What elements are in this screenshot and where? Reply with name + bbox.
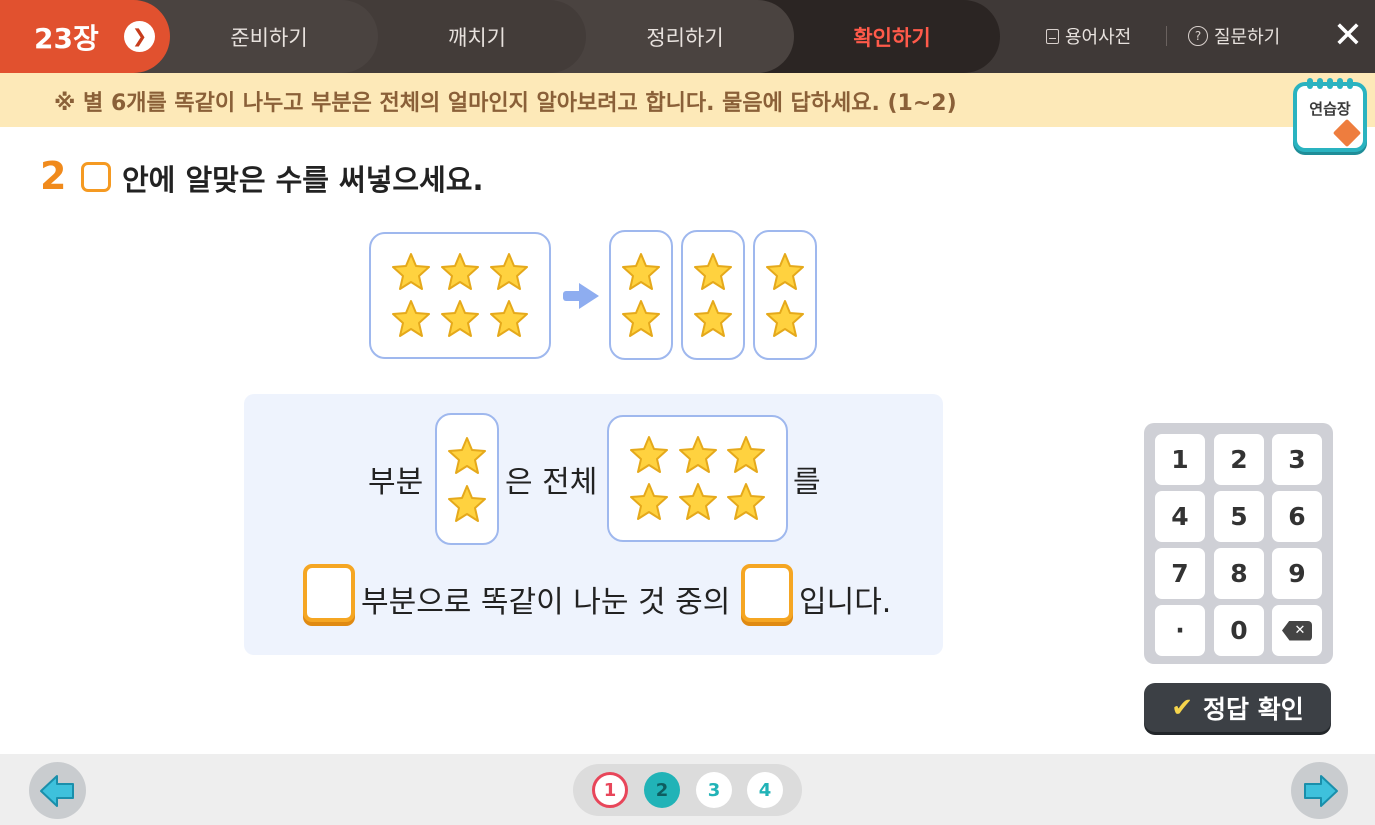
check-answer-label: 정답 확인 (1203, 694, 1304, 724)
part-group (681, 230, 745, 360)
key-5[interactable]: 5 (1214, 491, 1264, 542)
star-icon (392, 253, 430, 290)
backspace-icon: ✕ (1282, 620, 1312, 641)
key-2[interactable]: 2 (1214, 434, 1264, 485)
star-icon (694, 253, 732, 290)
dictionary-label: 용어사전 (1065, 27, 1132, 48)
star-icon (448, 437, 486, 474)
instruction-banner: ※ 별 6개를 똑같이 나누고 부분은 전체의 얼마인지 알아보려고 합니다. … (0, 73, 1375, 127)
dictionary-button[interactable]: 용어사전 (1046, 23, 1131, 49)
book-icon (1046, 28, 1059, 44)
key-1[interactable]: 1 (1155, 434, 1205, 485)
question-number: 2 (40, 154, 67, 198)
tab-label: 준비하기 (230, 25, 308, 50)
page-3[interactable]: 3 (696, 772, 732, 808)
next-page-button[interactable] (1291, 762, 1348, 819)
star-icon (766, 253, 804, 290)
part-group (753, 230, 817, 360)
ending-text: 입니다. (799, 585, 892, 620)
star-icon (490, 300, 528, 337)
app-root: 확인하기 정리하기 깨치기 준비하기 23장 ❯ 용어사전 ? 질문하기 ✕ ※… (0, 0, 1375, 825)
page-2[interactable]: 2 (644, 772, 680, 808)
star-icon (392, 300, 430, 337)
question-text: 안에 알맞은 수를 써넣으세요. (122, 163, 484, 197)
page-1[interactable]: 1 (592, 772, 628, 808)
star-icon (727, 483, 765, 520)
checkmark-icon: ✔ (1171, 692, 1194, 723)
chapter-badge[interactable]: 23장 ❯ (0, 0, 170, 73)
star-icon (694, 300, 732, 337)
arrow-left-icon (39, 774, 74, 807)
top-navigation-bar: 확인하기 정리하기 깨치기 준비하기 23장 ❯ 용어사전 ? 질문하기 ✕ (0, 0, 1375, 73)
particle-text: 를 (793, 465, 821, 500)
part-stars-box (435, 413, 499, 545)
part-group (609, 230, 673, 360)
page-4[interactable]: 4 (747, 772, 783, 808)
notebook-rings (1307, 78, 1353, 89)
key-0[interactable]: 0 (1214, 605, 1264, 656)
close-icon[interactable]: ✕ (1330, 18, 1366, 54)
ask-question-button[interactable]: ? 질문하기 (1188, 23, 1280, 49)
star-icon (630, 436, 668, 473)
pencil-icon (1332, 118, 1362, 148)
arrow-right-icon (1303, 774, 1338, 807)
chevron-right-icon: ❯ (124, 21, 155, 52)
answer-box-icon (81, 162, 111, 192)
answer-input-2[interactable] (741, 564, 793, 622)
key-8[interactable]: 8 (1214, 548, 1264, 599)
star-icon (766, 300, 804, 337)
chapter-label: 23장 (34, 21, 99, 55)
star-icon (622, 300, 660, 337)
tab-label: 깨치기 (448, 25, 506, 50)
practice-label: 연습장 (1309, 100, 1351, 118)
key-backspace[interactable]: ✕ (1272, 605, 1322, 656)
practice-notebook-button[interactable]: 연습장 (1293, 78, 1367, 152)
star-icon (490, 253, 528, 290)
tab-label: 정리하기 (646, 25, 724, 50)
instruction-text: ※ 별 6개를 똑같이 나누고 부분은 전체의 얼마인지 알아보려고 합니다. … (54, 91, 957, 116)
star-icon (679, 483, 717, 520)
previous-page-button[interactable] (29, 762, 86, 819)
key-decimal[interactable]: · (1155, 605, 1205, 656)
star-icon (448, 485, 486, 522)
middle-text: 부분으로 똑같이 나눈 것 중의 (361, 585, 731, 620)
star-icon (679, 436, 717, 473)
star-icon (630, 483, 668, 520)
page-indicator: 1 2 3 4 (573, 764, 802, 816)
whole-text: 은 전체 (505, 465, 598, 500)
star-icon (622, 253, 660, 290)
part-text: 부분 (368, 465, 424, 500)
key-9[interactable]: 9 (1272, 548, 1322, 599)
key-7[interactable]: 7 (1155, 548, 1205, 599)
question-icon: ? (1188, 26, 1208, 46)
key-4[interactable]: 4 (1155, 491, 1205, 542)
divider (1166, 26, 1167, 46)
number-keypad: 1 2 3 4 5 6 7 8 9 · 0 ✕ (1144, 423, 1333, 664)
star-icon (441, 300, 479, 337)
check-answer-button[interactable]: ✔ 정답 확인 (1144, 683, 1331, 732)
star-icon (441, 253, 479, 290)
tab-label: 확인하기 (853, 25, 931, 50)
star-icon (727, 436, 765, 473)
answer-input-1[interactable] (303, 564, 355, 622)
key-6[interactable]: 6 (1272, 491, 1322, 542)
key-3[interactable]: 3 (1272, 434, 1322, 485)
ask-label: 질문하기 (1214, 27, 1281, 48)
arrow-right-icon (563, 283, 599, 309)
